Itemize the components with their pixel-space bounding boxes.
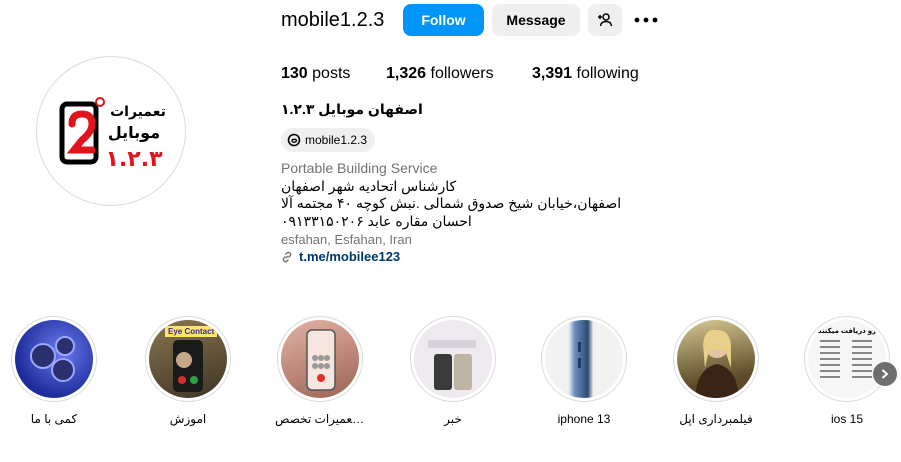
highlight-cover	[11, 316, 97, 402]
profile-avatar[interactable]: تعمیرات موبایل ۱.۲.۳	[36, 56, 186, 206]
story-highlight[interactable]: تعمیرات تخصص...	[275, 316, 365, 426]
logo-text-mid: موبایل	[108, 123, 160, 142]
profile-full-name: اصفهان موبایل ۱.۲.۳	[281, 101, 423, 117]
story-highlight[interactable]: فیلمبرداری اپل	[671, 316, 761, 426]
highlight-image	[545, 320, 623, 398]
following-number: 3,391	[532, 65, 573, 82]
more-options-icon	[634, 17, 658, 23]
highlight-image	[677, 320, 755, 398]
posts-number: 130	[281, 65, 308, 82]
profile-link[interactable]: t.me/mobilee123	[281, 249, 400, 264]
highlight-label: اموزش	[169, 412, 207, 426]
highlight-cover	[410, 316, 496, 402]
message-button[interactable]: Message	[492, 4, 580, 36]
options-button[interactable]	[632, 8, 660, 32]
highlight-label: فیلمبرداری اپل	[679, 412, 753, 426]
followers-count[interactable]: 1,326 followers	[386, 65, 494, 83]
following-count[interactable]: 3,391 following	[532, 65, 639, 83]
story-highlight[interactable]: iphone 13	[539, 316, 629, 426]
bio-line-1: کارشناس اتحادیه شهر اصفهان	[281, 178, 457, 194]
shop-logo-icon: تعمیرات موبایل ۱.۲.۳	[59, 97, 166, 172]
follow-button[interactable]: Follow	[403, 4, 484, 36]
logo-text-top: تعمیرات	[110, 104, 166, 120]
highlight-image	[414, 320, 492, 398]
profile-category: Portable Building Service	[281, 160, 438, 176]
highlight-image: Eye Contact	[149, 320, 227, 398]
iphone-edge-image-icon	[578, 342, 581, 368]
person-photo-image-icon	[695, 329, 739, 398]
highlight-overlay-text: Eye Contact	[165, 326, 218, 337]
highlight-cover: Eye Contact	[145, 316, 231, 402]
highlight-label: خبر	[444, 412, 462, 426]
profile-link-text: t.me/mobilee123	[299, 249, 401, 264]
following-label: following	[576, 65, 639, 82]
highlight-label: کمی با ما	[30, 412, 78, 426]
highlight-cover	[541, 316, 627, 402]
highlight-overlay-text: رو دریافت میکنند	[817, 328, 877, 335]
highlight-label: تعمیرات تخصص...	[275, 412, 365, 426]
highlight-cover	[673, 316, 759, 402]
threads-badge[interactable]: mobile1.2.3	[281, 128, 376, 152]
highlight-label: ios 15	[830, 412, 864, 426]
story-highlight[interactable]: کمی با ما	[9, 316, 99, 426]
logo-text-num: ۱.۲.۳	[106, 147, 164, 172]
phone-repair-image-icon	[306, 329, 336, 391]
profile-location: esfahan, Esfahan, Iran	[281, 232, 412, 247]
chevron-right-icon	[882, 369, 888, 379]
highlight-label: iphone 13	[557, 412, 611, 426]
add-user-icon	[598, 13, 613, 27]
highlight-image	[15, 320, 93, 398]
story-highlight[interactable]: خبر	[408, 316, 498, 426]
posts-label: posts	[312, 65, 351, 82]
threads-handle: mobile1.2.3	[305, 133, 368, 147]
highlight-cover: رو دریافت میکنند	[804, 316, 890, 402]
profile-username: mobile1.2.3	[281, 9, 385, 31]
highlight-image	[281, 320, 359, 398]
followers-number: 1,326	[386, 65, 427, 82]
link-icon	[282, 251, 292, 262]
highlight-image: رو دریافت میکنند	[808, 320, 886, 398]
iphone-news-image-icon	[428, 340, 476, 390]
story-highlight[interactable]: Eye Contact اموزش	[143, 316, 233, 426]
bio-line-2: اصفهان،خیابان شیخ صدوق شمالی .نبش کوچه ۴…	[281, 195, 622, 211]
highlights-next-button[interactable]	[873, 362, 897, 386]
highlight-cover	[277, 316, 363, 402]
camera-lens-image-icon	[30, 336, 75, 382]
followers-label: followers	[430, 65, 494, 82]
suggested-users-button[interactable]	[588, 4, 622, 36]
bio-line-3: احسان مقاره عابد ۰۹۱۳۳۱۵۰۲۰۶	[281, 213, 472, 229]
threads-icon	[287, 133, 301, 147]
posts-count: 130 posts	[281, 65, 350, 83]
